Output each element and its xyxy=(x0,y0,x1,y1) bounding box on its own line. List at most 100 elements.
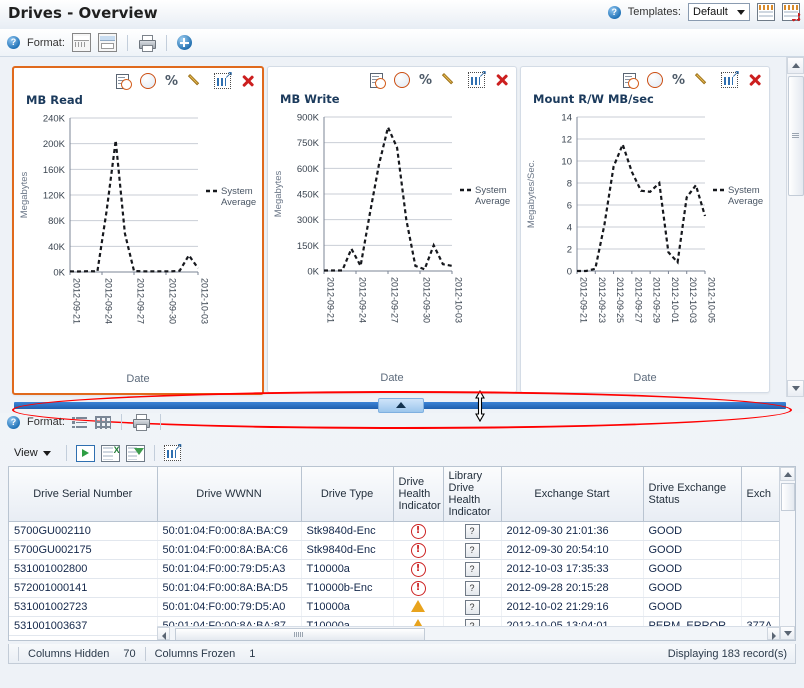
percent-icon[interactable]: % xyxy=(419,73,434,88)
schedule-icon[interactable] xyxy=(623,73,638,88)
export-excel-icon[interactable]: X xyxy=(101,445,120,462)
close-icon[interactable] xyxy=(240,74,255,88)
filter-icon[interactable] xyxy=(126,445,145,462)
cell-drive-wwnn: 50:01:04:F0:00:79:D5:A0 xyxy=(157,598,301,617)
svg-text:Average: Average xyxy=(221,197,256,208)
chart-export-icon[interactable]: ↗ xyxy=(721,72,738,88)
edit-icon[interactable] xyxy=(443,72,459,88)
edit-icon[interactable] xyxy=(189,73,205,89)
scroll-up-button[interactable] xyxy=(787,57,804,74)
table-format-icon[interactable] xyxy=(72,33,91,52)
toolbar-divider xyxy=(154,445,155,461)
chevron-down-icon xyxy=(43,451,51,456)
template-select[interactable]: Default xyxy=(688,3,750,21)
table-row[interactable]: 5700GU00217550:01:04:F0:00:8A:BA:C6Stk98… xyxy=(9,541,781,560)
table-row[interactable]: 53100100272350:01:04:F0:00:79:D5:A0T1000… xyxy=(9,598,781,617)
svg-text:Megabytes/Sec.: Megabytes/Sec. xyxy=(526,160,537,228)
close-icon[interactable] xyxy=(747,73,762,87)
clock-icon[interactable] xyxy=(647,72,663,88)
print-icon[interactable] xyxy=(138,35,156,51)
scroll-left-button[interactable] xyxy=(157,627,170,640)
chart-xlabel: Date xyxy=(14,373,262,385)
scroll-down-button[interactable] xyxy=(780,626,795,640)
schedule-icon[interactable] xyxy=(370,73,385,88)
delete-template-icon[interactable] xyxy=(782,3,800,21)
column-header-library-drive-health-indicator[interactable]: Library Drive Health Indicator xyxy=(443,467,501,522)
svg-text:900K: 900K xyxy=(297,113,320,124)
cell-drive-serial-number[interactable]: 5700GU002110 xyxy=(9,522,157,541)
chart-icon[interactable]: ↗ xyxy=(164,445,181,461)
cell-drive-serial-number[interactable]: 531001002723 xyxy=(9,598,157,617)
matrix-format-icon[interactable] xyxy=(95,416,111,429)
percent-icon[interactable]: % xyxy=(165,74,180,89)
column-header-drive-type[interactable]: Drive Type xyxy=(301,467,393,522)
chart-panel-mb-write[interactable]: % ↗ MB Write 0K150K300K450K600K750K900KM… xyxy=(267,66,517,393)
cell-drive-exchange-status: GOOD xyxy=(643,541,741,560)
clock-icon[interactable] xyxy=(140,73,156,89)
cell-drive-health-indicator: ! xyxy=(393,579,443,598)
cell-drive-type: Stk9840d-Enc xyxy=(301,541,393,560)
data-table[interactable]: Drive Serial Number Drive WWNN Drive Typ… xyxy=(8,466,796,641)
svg-text:2012-09-27: 2012-09-27 xyxy=(390,277,400,323)
svg-text:2012-09-27: 2012-09-27 xyxy=(136,278,146,324)
column-header-drive-exchange-status[interactable]: Drive Exchange Status xyxy=(643,467,741,522)
svg-text:System: System xyxy=(728,185,760,196)
format-help-icon[interactable]: ? xyxy=(7,36,20,49)
svg-text:4: 4 xyxy=(567,223,572,234)
table-row[interactable]: 57200100014150:01:04:F0:00:8A:BA:D5T1000… xyxy=(9,579,781,598)
list-format-icon[interactable] xyxy=(72,416,88,429)
cell-library-drive-health-indicator: ? xyxy=(443,579,501,598)
error-icon: ! xyxy=(411,581,426,596)
table-vertical-scrollbar[interactable] xyxy=(779,467,795,640)
edit-icon[interactable] xyxy=(696,72,712,88)
table-horizontal-scrollbar[interactable] xyxy=(157,626,780,640)
cell-exch xyxy=(741,579,781,598)
help-icon[interactable]: ? xyxy=(608,6,621,19)
cell-drive-health-indicator xyxy=(393,598,443,617)
unknown-icon: ? xyxy=(465,562,480,577)
chart-panel-mount-rw[interactable]: % ↗ Mount R/W MB/sec 02468101214Megabyte… xyxy=(520,66,770,393)
cell-drive-serial-number[interactable]: 531001003637 xyxy=(9,617,157,636)
close-icon[interactable] xyxy=(494,73,509,87)
save-template-icon[interactable] xyxy=(757,3,775,21)
column-header-drive-serial-number[interactable]: Drive Serial Number xyxy=(9,467,157,522)
svg-text:System: System xyxy=(475,185,507,196)
column-header-drive-wwnn[interactable]: Drive WWNN xyxy=(157,467,301,522)
table-row[interactable]: 53100100280050:01:04:F0:00:79:D5:A3T1000… xyxy=(9,560,781,579)
column-header-exch[interactable]: Exch xyxy=(741,467,781,522)
scroll-down-button[interactable] xyxy=(787,380,804,397)
chart-panel-mb-read[interactable]: % ↗ MB Read 0K40K80K120K160K200K240KMega… xyxy=(12,66,264,395)
hscrollbar-thumb[interactable] xyxy=(175,628,425,641)
scrollbar-thumb[interactable] xyxy=(788,76,804,196)
cell-drive-serial-number[interactable]: 531001002800 xyxy=(9,560,157,579)
svg-text:12: 12 xyxy=(561,135,572,146)
cell-drive-serial-number[interactable]: 572001000141 xyxy=(9,579,157,598)
cell-drive-serial-number[interactable]: 5700GU002175 xyxy=(9,541,157,560)
percent-icon[interactable]: % xyxy=(672,73,687,88)
svg-text:200K: 200K xyxy=(43,139,66,150)
cell-exch xyxy=(741,522,781,541)
add-icon[interactable] xyxy=(177,35,192,50)
chart-xlabel: Date xyxy=(521,372,769,384)
table-format-help-icon[interactable]: ? xyxy=(7,416,20,429)
form-format-icon[interactable] xyxy=(98,33,117,52)
svg-text:System: System xyxy=(221,186,253,197)
chart-export-icon[interactable]: ↗ xyxy=(468,72,485,88)
vscrollbar-thumb[interactable] xyxy=(781,483,795,511)
column-header-drive-health-indicator[interactable]: Drive Health Indicator xyxy=(393,467,443,522)
cell-drive-wwnn: 50:01:04:F0:00:79:D5:A3 xyxy=(157,560,301,579)
chart-export-icon[interactable]: ↗ xyxy=(214,73,231,89)
status-divider xyxy=(145,647,146,661)
table-row[interactable]: 5700GU00211050:01:04:F0:00:8A:BA:C9Stk98… xyxy=(9,522,781,541)
cell-library-drive-health-indicator: ? xyxy=(443,560,501,579)
schedule-icon[interactable] xyxy=(116,74,131,89)
scroll-up-button[interactable] xyxy=(780,467,795,481)
cell-library-drive-health-indicator: ? xyxy=(443,522,501,541)
column-header-exchange-start[interactable]: Exchange Start xyxy=(501,467,643,522)
svg-text:14: 14 xyxy=(561,113,572,124)
charts-vertical-scrollbar[interactable] xyxy=(786,57,804,397)
clock-icon[interactable] xyxy=(394,72,410,88)
print-icon[interactable] xyxy=(132,414,150,430)
view-menu-button[interactable]: View xyxy=(8,445,57,461)
run-report-icon[interactable] xyxy=(76,445,95,462)
